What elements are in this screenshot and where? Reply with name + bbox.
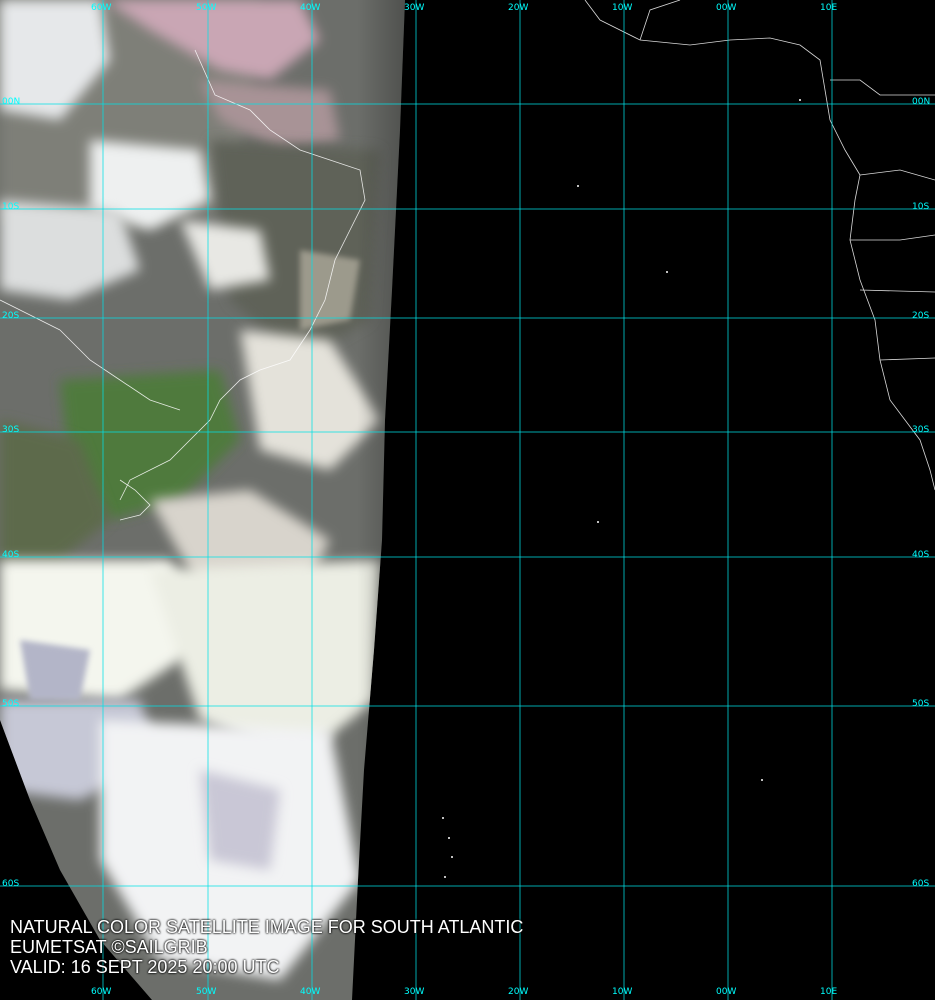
- satellite-map: 60W 50W 40W 30W 20W 10W 00W 10E 60W 50W …: [0, 0, 935, 1000]
- border-africa-5: [879, 357, 935, 361]
- caption-title: NATURAL COLOR SATELLITE IMAGE FOR SOUTH …: [10, 917, 524, 937]
- lon-label-bottom: 20W: [508, 987, 529, 997]
- border-africa-2: [859, 169, 935, 181]
- lon-label-bottom: 50W: [196, 987, 217, 997]
- lat-label-left: 50S: [2, 699, 20, 709]
- lon-label-bottom: 10E: [820, 987, 838, 997]
- lat-label-left: 20S: [2, 311, 20, 321]
- coast-africa: [584, 0, 935, 491]
- caption-credit: EUMETSAT ©SAILGRIB: [10, 937, 208, 957]
- lon-label-bottom: 60W: [91, 987, 112, 997]
- lon-label-bottom: 30W: [404, 987, 425, 997]
- lat-label-right: 30S: [912, 425, 930, 435]
- border-africa-6: [830, 79, 935, 96]
- lon-label-top: 30W: [404, 3, 425, 13]
- lon-label-bottom: 10W: [612, 987, 633, 997]
- caption-valid-time: VALID: 16 SEPT 2025 20:00 UTC: [10, 957, 280, 977]
- lat-label-left: 30S: [2, 425, 20, 435]
- islands: [442, 99, 801, 878]
- lon-label-top: 10E: [820, 3, 838, 13]
- lat-label-left: 00N: [2, 97, 21, 107]
- lat-label-right: 50S: [912, 699, 930, 709]
- lat-label-right: 40S: [912, 550, 930, 560]
- lat-label-left: 10S: [2, 202, 20, 212]
- daylight-imagery: [0, 0, 405, 1000]
- lon-label-top: 00W: [716, 3, 737, 13]
- border-africa-4: [859, 289, 935, 293]
- lon-label-bottom: 00W: [716, 987, 737, 997]
- border-africa-1: [639, 0, 681, 41]
- lon-label-top: 20W: [508, 3, 529, 13]
- lat-label-left: 40S: [2, 550, 20, 560]
- map-canvas: [0, 0, 935, 1000]
- lon-label-top: 10W: [612, 3, 633, 13]
- lat-label-right: 20S: [912, 311, 930, 321]
- lat-label-right: 10S: [912, 202, 930, 212]
- lat-label-right: 00N: [912, 97, 931, 107]
- lat-label-right: 60S: [912, 879, 930, 889]
- lon-label-top: 50W: [196, 3, 217, 13]
- lon-label-top: 40W: [300, 3, 321, 13]
- border-africa-3: [850, 234, 935, 241]
- lon-label-bottom: 40W: [300, 987, 321, 997]
- lon-label-top: 60W: [91, 3, 112, 13]
- lat-label-left: 60S: [2, 879, 20, 889]
